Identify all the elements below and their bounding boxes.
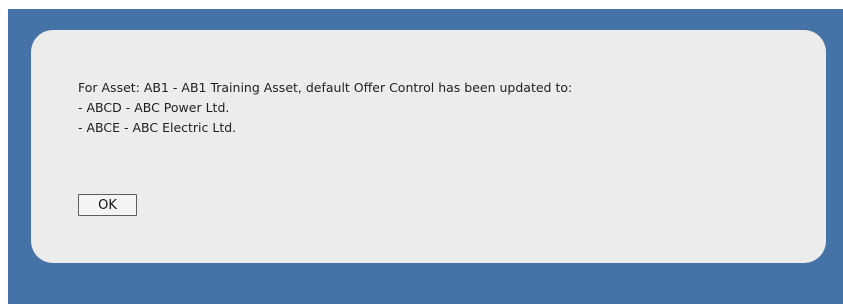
dialog-message: For Asset: AB1 - AB1 Training Asset, def… [78,78,572,138]
message-line-participant-2: - ABCE - ABC Electric Ltd. [78,120,237,135]
ok-button[interactable]: OK [78,194,137,216]
message-line-asset: For Asset: AB1 - AB1 Training Asset, def… [78,80,573,95]
message-line-participant-1: - ABCD - ABC Power Ltd. [78,100,230,115]
notification-dialog: For Asset: AB1 - AB1 Training Asset, def… [31,30,826,263]
